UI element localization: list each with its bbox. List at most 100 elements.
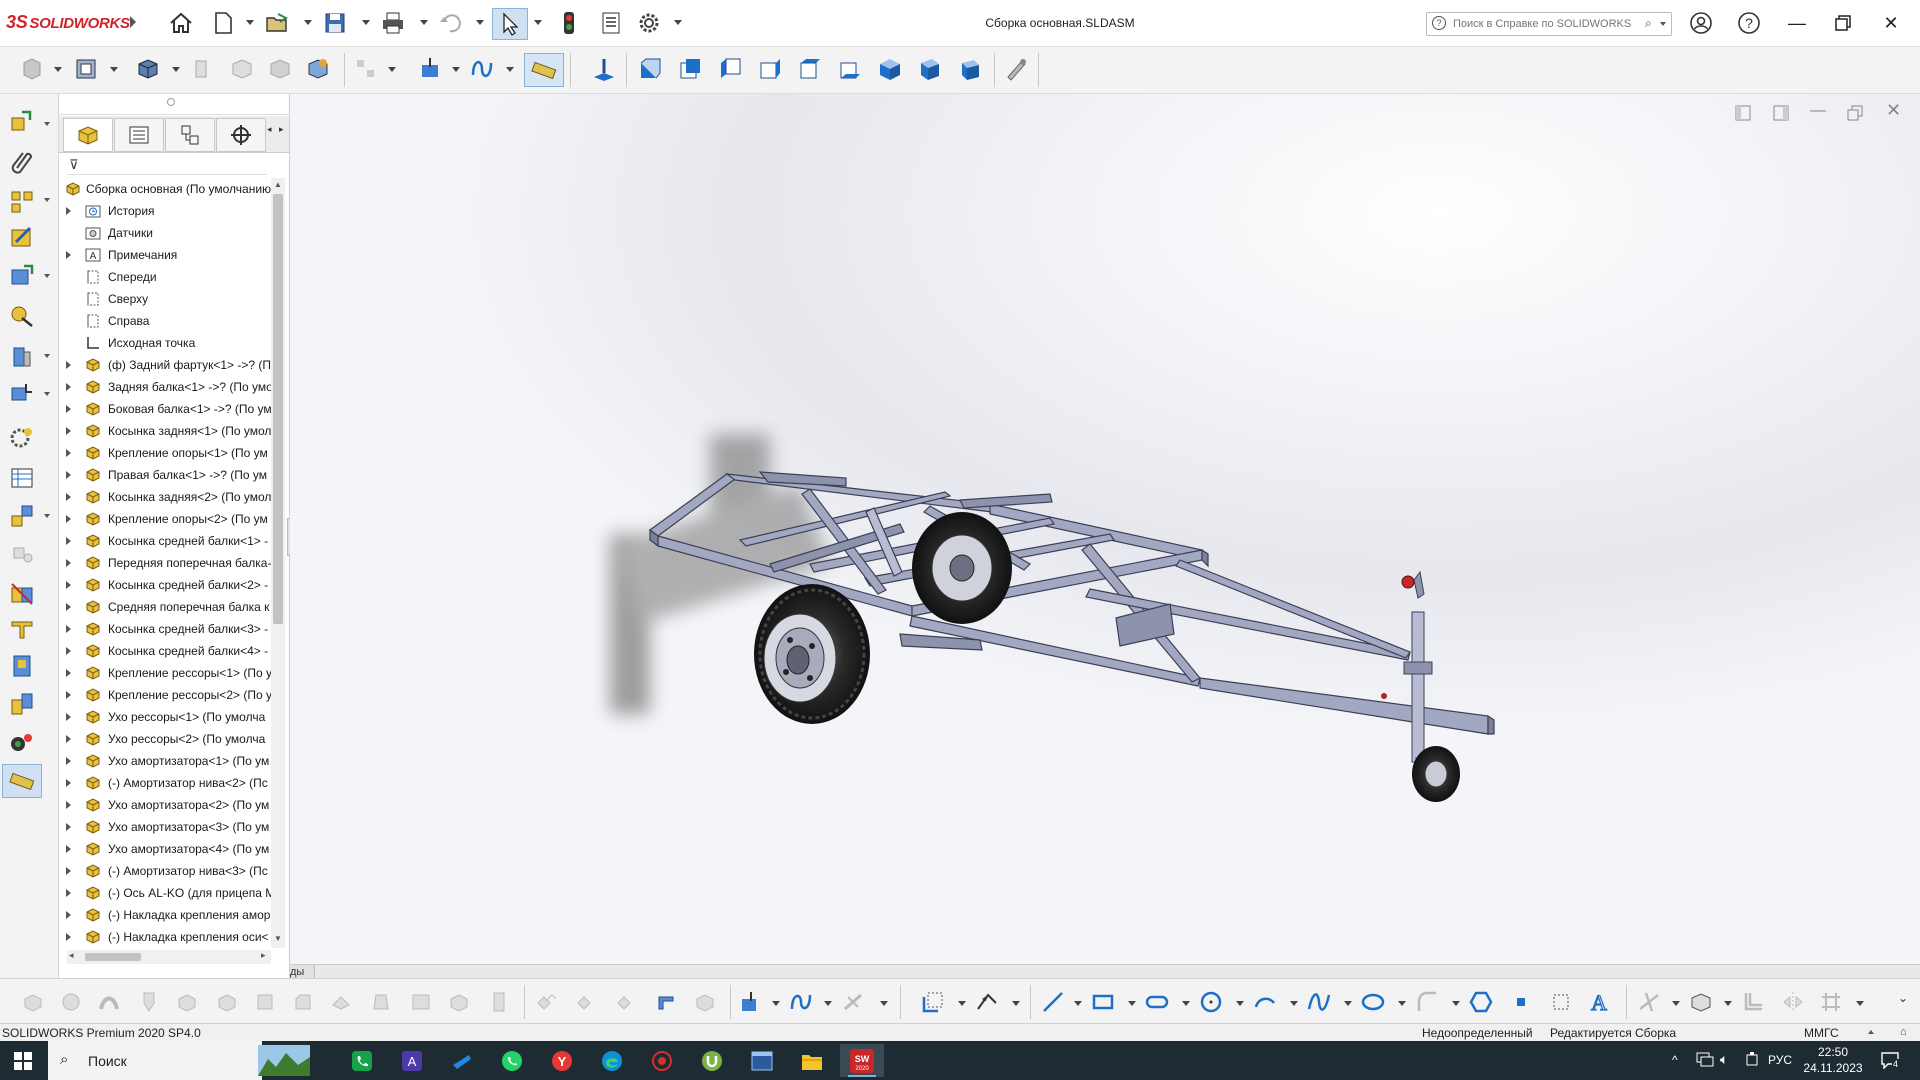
pattern-dropdown-icon[interactable] (44, 198, 50, 202)
left-view-icon[interactable] (714, 53, 746, 85)
rectangle-icon[interactable] (1088, 987, 1118, 1017)
measure-tool-icon[interactable] (2, 764, 42, 798)
tree-item[interactable]: Задняя балка<1> ->? (По умо (59, 376, 271, 398)
window-app-icon[interactable] (740, 1044, 784, 1077)
expand-arrow-icon[interactable] (66, 405, 71, 413)
linear-pattern-icon[interactable] (6, 186, 38, 218)
expand-arrow-icon[interactable] (66, 625, 71, 633)
expand-arrow-icon[interactable] (66, 735, 71, 743)
tab-feature-manager[interactable] (63, 118, 113, 152)
expand-arrow-icon[interactable] (66, 251, 71, 259)
tree-item[interactable]: История (59, 200, 271, 222)
bottom-view-icon[interactable] (834, 53, 866, 85)
tree-item[interactable]: Косынка средней балки<3> - (59, 618, 271, 640)
network-icon[interactable] (1696, 1051, 1714, 1070)
curve-driven-pattern-icon[interactable] (612, 987, 642, 1017)
reference-geometry-dropdown-icon[interactable] (44, 392, 50, 396)
notifications-icon[interactable]: 4 (1880, 1051, 1900, 1072)
file-properties-icon[interactable] (596, 8, 626, 38)
tray-overflow-chevron-icon[interactable]: ^ (1672, 1053, 1678, 1067)
tree-item[interactable]: (-) Амортизатор нива<2> (Пс (59, 772, 271, 794)
new-document-icon[interactable] (208, 8, 238, 38)
chamfer-icon[interactable] (288, 987, 318, 1017)
arc-icon[interactable] (1250, 987, 1280, 1017)
right-view-icon[interactable] (754, 53, 786, 85)
file-explorer-icon[interactable] (790, 1044, 834, 1077)
model-tab[interactable]: ды (290, 965, 316, 979)
yandex-browser-icon[interactable]: Y (540, 1044, 584, 1077)
user-account-icon[interactable] (1686, 10, 1716, 36)
tree-item[interactable]: Спереди (59, 266, 271, 288)
horizontal-scroll-thumb[interactable] (85, 953, 141, 961)
expand-arrow-icon[interactable] (66, 493, 71, 501)
tree-item[interactable]: Датчики (59, 222, 271, 244)
interference-detection-icon[interactable] (6, 726, 38, 758)
front-view-icon[interactable] (634, 53, 666, 85)
hole-wizard-icon[interactable] (172, 987, 202, 1017)
curve-dropdown-icon[interactable] (506, 67, 514, 72)
tree-item[interactable]: (-) Амортизатор нива<3> (Пс (59, 860, 271, 882)
print-dropdown-icon[interactable] (420, 20, 428, 25)
revolved-cut-icon[interactable] (212, 987, 242, 1017)
tree-item[interactable]: Ухо амортизатора<3> (По ум (59, 816, 271, 838)
expand-arrow-icon[interactable] (66, 713, 71, 721)
fillet-dropdown-icon[interactable] (1452, 1001, 1460, 1006)
expand-arrow-icon[interactable] (66, 889, 71, 897)
slot-dropdown-icon[interactable] (1182, 1001, 1190, 1006)
help-icon[interactable]: ? (1734, 10, 1764, 36)
tab-dimxpert-manager[interactable] (216, 118, 266, 152)
phone-link-app-icon[interactable] (340, 1044, 384, 1077)
tree-item[interactable]: Ухо амортизатора<4> (По ум (59, 838, 271, 860)
tree-item[interactable]: Косынка средней балки<1> - (59, 530, 271, 552)
take-snapshot-icon[interactable] (6, 650, 38, 682)
expand-arrow-icon[interactable] (66, 647, 71, 655)
tree-item[interactable]: Крепление рессоры<1> (По у (59, 662, 271, 684)
hidden-lines-icon[interactable] (186, 53, 218, 85)
search-dropdown-icon[interactable] (1660, 22, 1666, 26)
expand-arrow-icon[interactable] (66, 801, 71, 809)
update-speedpak-icon[interactable] (6, 614, 38, 646)
insert-component-icon[interactable] (6, 106, 38, 138)
appearance-icon[interactable] (302, 53, 334, 85)
tree-filter[interactable]: ⊽ (67, 156, 267, 175)
quick-tips-icon[interactable]: ⌂ (1900, 1026, 1907, 1038)
slot-icon[interactable] (1142, 987, 1172, 1017)
expand-arrow-icon[interactable] (66, 779, 71, 787)
section-dropdown-icon[interactable] (110, 67, 118, 72)
tree-item[interactable]: Косынка средней балки<2> - (59, 574, 271, 596)
restore-window-icon[interactable] (1828, 10, 1858, 36)
pattern-sketch-dropdown-icon[interactable] (1856, 1001, 1864, 1006)
undo-dropdown-icon[interactable] (476, 20, 484, 25)
instant3d-toggle-icon[interactable] (838, 987, 868, 1017)
design-app-icon[interactable]: A (390, 1044, 434, 1077)
expand-arrow-icon[interactable] (66, 449, 71, 457)
graphics-viewport[interactable]: — ✕ (290, 94, 1920, 970)
reference-plane-icon[interactable] (736, 987, 766, 1017)
tree-item[interactable]: Ухо рессоры<2> (По умолча (59, 728, 271, 750)
explode-dropdown-icon[interactable] (388, 67, 396, 72)
open-document-icon[interactable] (262, 8, 292, 38)
record-app-icon[interactable] (640, 1044, 684, 1077)
rib-icon[interactable] (326, 987, 356, 1017)
large-assembly-mode-icon[interactable] (6, 688, 38, 720)
rebuild-traffic-light-icon[interactable] (554, 8, 584, 38)
trimetric-view-icon[interactable] (914, 53, 946, 85)
expand-arrow-icon[interactable] (66, 933, 71, 941)
tab-scroll-right-icon[interactable]: ▸ (279, 124, 284, 135)
tree-vertical-scrollbar[interactable]: ▲ ▼ (271, 178, 285, 948)
options-gear-icon[interactable] (634, 8, 664, 38)
tree-item[interactable]: Крепление опоры<2> (По ум (59, 508, 271, 530)
plane-sketch-icon[interactable] (1546, 987, 1576, 1017)
sketch-fillet-icon[interactable] (1412, 987, 1442, 1017)
new-motion-study-icon[interactable] (6, 422, 38, 454)
shaded-icon[interactable] (264, 53, 296, 85)
reference-geometry-icon[interactable] (6, 378, 38, 410)
taskbar-search-box[interactable]: ⌕ Поиск (48, 1041, 310, 1080)
tree-item[interactable]: Сверху (59, 288, 271, 310)
offset-entities-icon[interactable] (1738, 987, 1768, 1017)
curves-icon[interactable] (786, 987, 816, 1017)
toolbar-overflow-chevron-icon[interactable]: ⌄ (1898, 991, 1908, 1005)
expand-arrow-icon[interactable] (66, 845, 71, 853)
trim-entities-icon[interactable] (1634, 987, 1664, 1017)
select-cursor-icon[interactable] (492, 8, 528, 40)
